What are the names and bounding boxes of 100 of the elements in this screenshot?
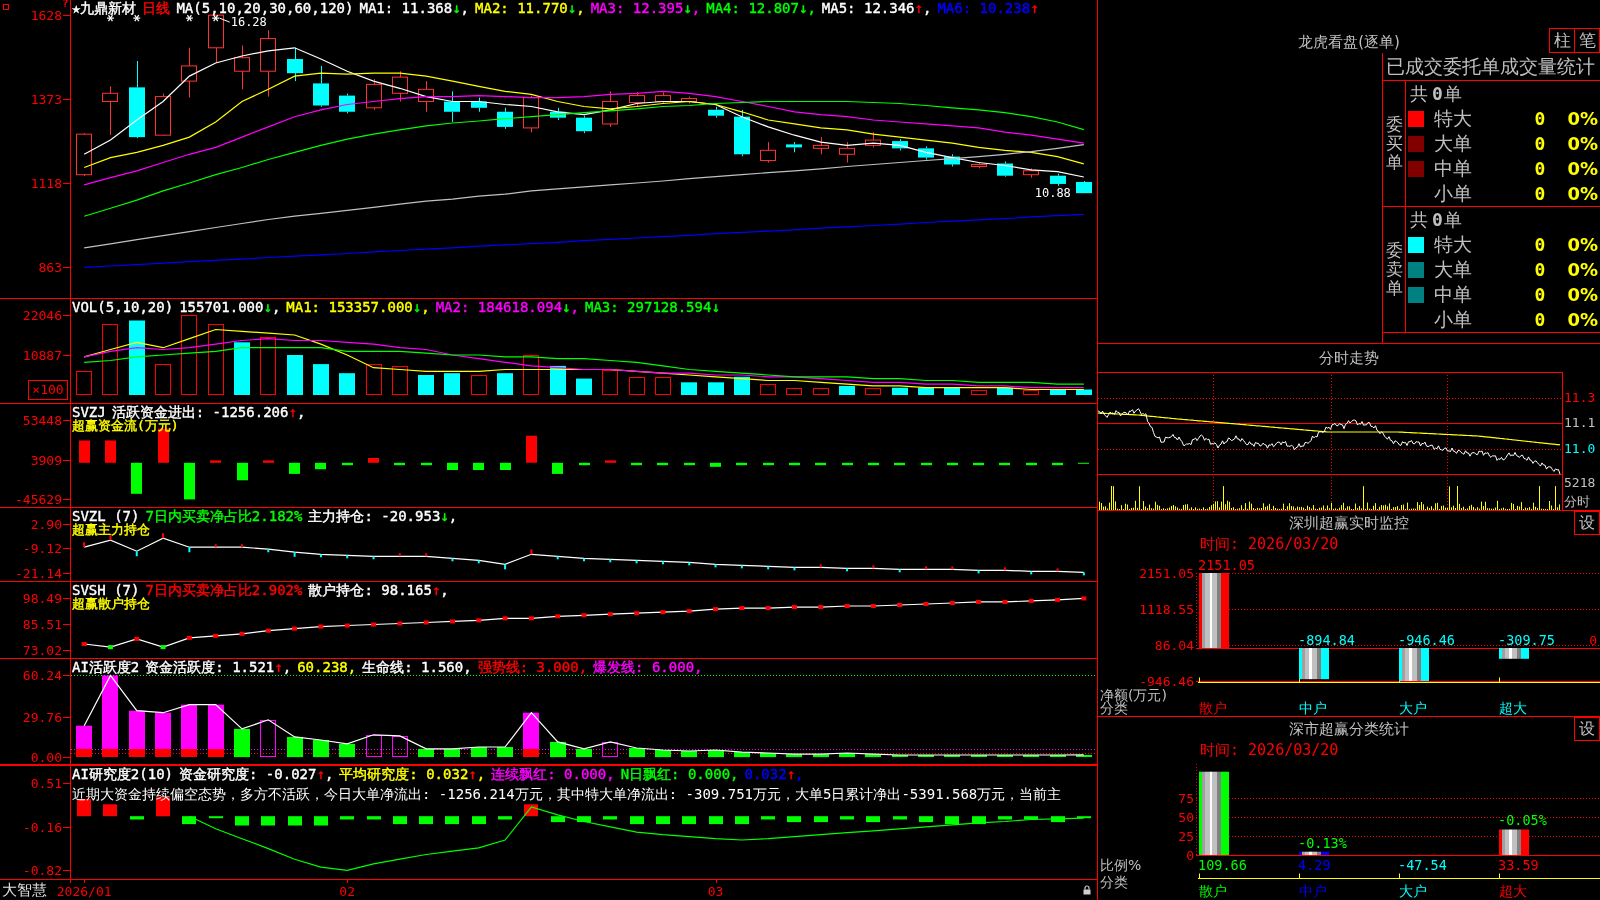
square-marker-icon xyxy=(265,628,271,633)
order-count: 0 xyxy=(1534,132,1546,155)
axis-tick-label: -946.46 xyxy=(1139,674,1194,689)
tick-marker-icon xyxy=(188,546,191,554)
annotation: 16.28 xyxy=(230,15,267,30)
tick-marker-icon xyxy=(819,563,822,569)
legend-label: MA3: 297128.594↓ xyxy=(584,301,720,314)
axis-tick-label: 11.3 xyxy=(1564,390,1596,406)
axis-tick-label: 85.51 xyxy=(22,617,62,632)
axis-tick-label: 1373 xyxy=(30,92,62,107)
candle xyxy=(392,70,408,103)
axis-tick-label: -45629 xyxy=(15,492,62,507)
panel-title: 深圳超赢实时监控 xyxy=(1289,513,1409,533)
square-marker-icon xyxy=(607,612,613,617)
value-label: -47.54 xyxy=(1398,857,1447,873)
tick-marker-icon xyxy=(293,551,296,558)
candle xyxy=(865,131,881,148)
view-toggle-button[interactable]: 笔 xyxy=(1574,28,1600,53)
candle xyxy=(418,80,434,113)
square-marker-icon xyxy=(423,620,429,625)
change-label: -0.13% xyxy=(1298,834,1347,851)
square-marker-icon xyxy=(686,609,692,614)
high-price-label: 16.28 xyxy=(219,15,267,30)
order-count: 0 xyxy=(1534,157,1546,180)
table-title: 已成交委托单成交量统计 xyxy=(1386,54,1595,79)
axis-tick-label: 53448 xyxy=(22,413,62,428)
legend-label: N日飘红: 0.000, xyxy=(620,768,739,781)
legend-label: MA1: 11.368↓, xyxy=(359,2,470,15)
candle xyxy=(892,138,908,151)
tick-marker-icon xyxy=(530,548,533,556)
tick-marker-icon xyxy=(872,564,875,570)
lock-icon xyxy=(1083,885,1091,895)
group-label: 委买单 xyxy=(1385,115,1403,172)
square-marker-icon xyxy=(371,622,377,627)
tick-marker-icon xyxy=(477,559,480,565)
view-toggle-button[interactable]: 柱 xyxy=(1549,28,1575,53)
axis-tick-label: 29.76 xyxy=(22,710,62,725)
axis-tick-label: 73.02 xyxy=(22,643,62,658)
square-marker-icon xyxy=(581,613,587,618)
square-marker-icon xyxy=(949,600,955,605)
category-label: 中户 xyxy=(1299,700,1327,716)
square-marker-icon xyxy=(555,614,561,619)
axis-title: 比例% xyxy=(1100,857,1142,873)
order-size-label: 大单 xyxy=(1434,258,1472,281)
unit-label: ×100 xyxy=(28,380,68,400)
tick-marker-icon xyxy=(609,558,612,564)
axis-tick-label: 3909 xyxy=(30,453,62,468)
legend-label: MA(5,10,20,30,60,120) xyxy=(176,2,354,15)
settings-button[interactable]: 设 xyxy=(1574,511,1600,535)
category-label: 散户 xyxy=(1199,700,1227,716)
axis-tick-label: -21.14 xyxy=(15,566,62,581)
candle xyxy=(550,107,566,121)
order-count: 0 xyxy=(1534,233,1546,256)
square-marker-icon xyxy=(923,602,929,606)
tick-marker-icon xyxy=(1030,570,1033,576)
square-marker-icon xyxy=(976,599,982,604)
tick-marker-icon xyxy=(241,543,243,549)
legend-label: 平均研究度: 0.032↑, xyxy=(339,768,486,781)
timestamp-label: 时间: 2026/03/20 xyxy=(1200,741,1339,759)
date-axis-label: 2026/01 xyxy=(55,883,113,900)
group-label: 委卖单 xyxy=(1385,241,1403,298)
legend-label: AI研究度2(10) xyxy=(72,768,173,781)
axis-tick-label: 25 xyxy=(1178,829,1194,844)
square-marker-icon xyxy=(292,626,298,631)
square-marker-icon xyxy=(634,611,640,616)
square-marker-icon xyxy=(870,604,876,609)
tick-marker-icon xyxy=(135,550,138,558)
axis-title: 净额(万元) xyxy=(1100,686,1167,703)
value-label: -309.75 xyxy=(1498,632,1555,648)
tick-marker-icon xyxy=(556,555,559,561)
legend-label: MA4: 12.807↓, xyxy=(706,2,816,15)
tick-marker-icon xyxy=(398,552,401,558)
order-size-label: 中单 xyxy=(1434,283,1472,306)
candle xyxy=(366,78,382,111)
axis-tick-label: 1118 xyxy=(30,176,62,191)
tick-marker-icon xyxy=(925,565,927,571)
legend-label: MA2: 11.770↓, xyxy=(475,2,585,15)
square-marker-icon xyxy=(1028,598,1034,603)
square-marker-icon xyxy=(186,635,192,640)
legend-label: AI活跃度2 xyxy=(72,661,140,674)
square-marker-icon xyxy=(476,618,482,623)
change-label: -0.05% xyxy=(1498,812,1547,829)
square-marker-icon xyxy=(81,642,87,647)
legend-label: 生命线: 1.560, xyxy=(362,661,472,674)
tick-marker-icon xyxy=(793,566,796,572)
candle xyxy=(523,95,539,133)
axis-tick-label: 60.24 xyxy=(22,668,62,683)
order-count: 0 xyxy=(1534,107,1546,130)
legend-label: 日线 xyxy=(142,2,171,15)
axis-title: 分类 xyxy=(1100,874,1128,890)
candle xyxy=(471,97,487,113)
square-marker-icon xyxy=(502,616,508,621)
app-logo-text: 大智慧 xyxy=(2,881,47,899)
settings-button[interactable]: 设 xyxy=(1574,717,1600,741)
tick-marker-icon xyxy=(951,565,954,571)
tick-marker-icon xyxy=(372,555,375,561)
tick-marker-icon xyxy=(846,567,849,573)
tick-marker-icon xyxy=(83,541,86,549)
legend-label: 7日内买卖净占比2.902% xyxy=(145,584,303,597)
square-marker-icon xyxy=(528,616,534,621)
